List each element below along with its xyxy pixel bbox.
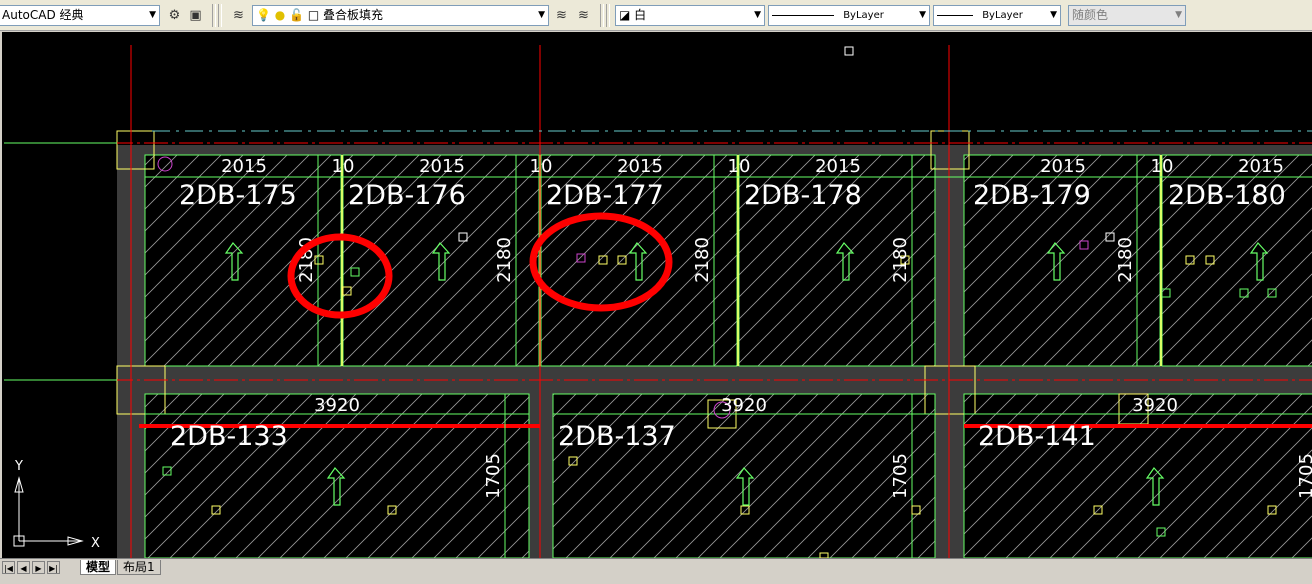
ucs-x-label: X xyxy=(91,536,100,551)
slab-label: 2DB-178 xyxy=(744,180,862,211)
slab-label: 2DB-179 xyxy=(973,180,1091,211)
lineweight-select-value: ByLayer xyxy=(982,10,1023,21)
dim-top: 10 xyxy=(332,156,355,177)
workspace-select[interactable]: AutoCAD 经典 ▼ xyxy=(0,5,160,26)
chevron-down-icon: ▼ xyxy=(149,10,156,20)
slab-label: 2DB-133 xyxy=(170,421,288,452)
drawing-area[interactable]: 2015 10 2015 10 2015 10 2015 2015 10 201… xyxy=(2,32,1312,558)
make-current-layer-icon[interactable]: ≋ xyxy=(553,7,570,24)
chevron-down-icon: ▼ xyxy=(919,10,926,20)
linetype-select[interactable]: ByLayer ▼ xyxy=(768,5,930,26)
color-select-value: 白 xyxy=(634,8,647,22)
toolbar-separator xyxy=(212,4,216,27)
slab-label: 2DB-180 xyxy=(1168,180,1286,211)
dim-vertical: 1705 xyxy=(1296,453,1312,499)
slab-label: 2DB-175 xyxy=(179,180,297,211)
workspace-select-value: AutoCAD 经典 xyxy=(2,8,84,22)
layer-color-swatch-icon: □ xyxy=(307,8,320,22)
layout-tabbar: |◀ ◀ ▶ ▶| 模型 布局1 xyxy=(0,558,1312,584)
lineweight-select[interactable]: ByLayer ▼ xyxy=(933,5,1061,26)
plotstyle-select[interactable]: 随颜色 ▼ xyxy=(1068,5,1186,26)
chevron-down-icon: ▼ xyxy=(1175,10,1182,20)
linetype-select-value: ByLayer xyxy=(843,10,884,21)
cad-drawing[interactable]: 2015 10 2015 10 2015 10 2015 2015 10 201… xyxy=(2,32,1312,558)
toolbar-separator xyxy=(606,4,610,27)
slab-label: 2DB-176 xyxy=(348,180,466,211)
dim-top: 2015 xyxy=(419,156,465,177)
slab-label: 2DB-137 xyxy=(558,421,676,452)
layer-lock-icon: 🔓 xyxy=(289,8,305,22)
layer-select-value: 叠合板填充 xyxy=(323,8,384,22)
dim-vertical: 2180 xyxy=(1115,237,1136,283)
dim-top: 2015 xyxy=(221,156,267,177)
layer-visibility-icon: 💡 xyxy=(256,8,271,22)
layer-previous-icon[interactable]: ≋ xyxy=(575,7,592,24)
plotstyle-select-value: 随颜色 xyxy=(1072,8,1109,22)
dim-top: 10 xyxy=(530,156,553,177)
dim-bottom: 3920 xyxy=(314,395,360,416)
color-select[interactable]: ◪ 白 ▼ xyxy=(615,5,765,26)
chevron-down-icon: ▼ xyxy=(538,10,545,20)
last-tab-icon[interactable]: ▶| xyxy=(47,561,60,574)
dim-top: 2015 xyxy=(617,156,663,177)
layer-freeze-icon: ● xyxy=(274,8,286,22)
chevron-down-icon: ▼ xyxy=(754,10,761,20)
next-tab-icon[interactable]: ▶ xyxy=(32,561,45,574)
layer-manager-icon[interactable]: ≋ xyxy=(230,7,247,24)
dim-vertical: 2180 xyxy=(890,237,911,283)
toolbar-separator xyxy=(600,4,604,27)
chevron-down-icon: ▼ xyxy=(1050,10,1057,20)
dim-vertical: 1705 xyxy=(890,453,911,499)
slab-label: 2DB-141 xyxy=(978,421,1096,452)
dim-bottom: 3920 xyxy=(721,395,767,416)
tab-layout1[interactable]: 布局1 xyxy=(117,560,161,575)
previous-tab-icon[interactable]: ◀ xyxy=(17,561,30,574)
lineweight-preview xyxy=(937,14,973,16)
layer-select[interactable]: 💡 ● 🔓 □ 叠合板填充 ▼ xyxy=(252,5,549,26)
first-tab-icon[interactable]: |◀ xyxy=(2,561,15,574)
toolbar-separator xyxy=(218,4,222,27)
ucs-y-label: Y xyxy=(14,459,23,474)
tab-model[interactable]: 模型 xyxy=(80,560,117,575)
dim-top: 10 xyxy=(1151,156,1174,177)
dim-top: 10 xyxy=(728,156,751,177)
dim-vertical: 1705 xyxy=(483,453,504,499)
dim-vertical: 2180 xyxy=(692,237,713,283)
ucs-icon xyxy=(13,476,84,547)
properties-toolbar: AutoCAD 经典 ▼ ⚙ ▣ ≋ 💡 ● 🔓 □ 叠合板填充 ▼ ≋ ≋ ◪… xyxy=(0,0,1312,31)
dim-vertical: 2180 xyxy=(494,237,515,283)
dim-top: 2015 xyxy=(1040,156,1086,177)
color-swatch-icon: ◪ xyxy=(619,8,631,22)
slab-label: 2DB-177 xyxy=(546,180,664,211)
linetype-preview xyxy=(772,14,834,16)
workspace-settings-icon[interactable]: ⚙ xyxy=(166,7,183,24)
workspace-save-icon[interactable]: ▣ xyxy=(187,7,204,24)
dim-bottom: 3920 xyxy=(1132,395,1178,416)
dim-top: 2015 xyxy=(815,156,861,177)
dim-top: 2015 xyxy=(1238,156,1284,177)
